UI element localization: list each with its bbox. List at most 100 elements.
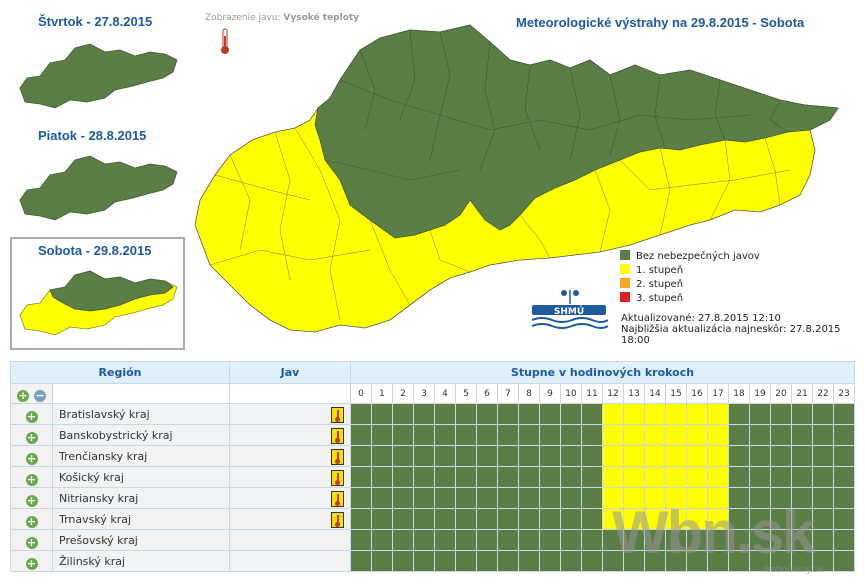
region-row[interactable]: + Trenčiansky kraj bbox=[10, 445, 855, 467]
heat-warning-icon[interactable] bbox=[331, 512, 344, 528]
hour-level-cell bbox=[791, 403, 813, 425]
hour-level-cell bbox=[623, 445, 645, 467]
hour-level-cell bbox=[602, 403, 624, 425]
day-title-friday[interactable]: Piatok - 28.8.2015 bbox=[38, 128, 146, 143]
heat-warning-icon[interactable] bbox=[331, 491, 344, 507]
hour-level-cell bbox=[749, 403, 771, 425]
hour-level-cell bbox=[707, 445, 729, 467]
region-row[interactable]: + Bratislavský kraj bbox=[10, 403, 855, 425]
hour-level-cell bbox=[497, 550, 519, 572]
expand-cell: + bbox=[10, 487, 53, 509]
hour-level-cell bbox=[455, 424, 477, 446]
hour-level-cell bbox=[833, 487, 855, 509]
hour-level-cell bbox=[434, 424, 456, 446]
hour-level-cell bbox=[833, 403, 855, 425]
hour-level-cell bbox=[581, 508, 603, 530]
hour-level-cell bbox=[728, 403, 750, 425]
hour-level-cell bbox=[392, 445, 414, 467]
collapse-all-icon[interactable]: − bbox=[34, 390, 47, 402]
hour-level-cell bbox=[371, 529, 393, 551]
hour-level-cell bbox=[413, 508, 435, 530]
expand-region-icon[interactable]: + bbox=[25, 452, 38, 465]
hour-level-cell bbox=[749, 445, 771, 467]
hour-level-cell bbox=[434, 445, 456, 467]
expand-region-icon[interactable]: + bbox=[25, 515, 38, 528]
hour-level-cell bbox=[812, 445, 834, 467]
hour-level-cell bbox=[497, 529, 519, 551]
heat-warning-icon[interactable] bbox=[331, 428, 344, 444]
hour-level-cell bbox=[707, 466, 729, 488]
expand-region-icon[interactable]: + bbox=[25, 473, 38, 486]
hour-level-cell bbox=[749, 466, 771, 488]
hour-level-cell bbox=[581, 424, 603, 446]
hour-header: 7 bbox=[497, 383, 519, 404]
hour-level-cell bbox=[686, 466, 708, 488]
day-title-saturday[interactable]: Sobota - 29.8.2015 bbox=[38, 243, 151, 258]
shmu-logo[interactable]: SHMÚ bbox=[530, 288, 608, 332]
hour-level-cell bbox=[812, 424, 834, 446]
hour-level-cell bbox=[371, 508, 393, 530]
col-header-hours: Stupne v hodinových krokoch bbox=[350, 361, 855, 384]
day-title-thursday[interactable]: Štvrtok - 27.8.2015 bbox=[38, 14, 152, 29]
hour-header: 11 bbox=[581, 383, 603, 404]
hour-level-cell bbox=[392, 550, 414, 572]
hour-level-cell bbox=[602, 466, 624, 488]
hour-level-cell bbox=[665, 403, 687, 425]
hour-level-cell bbox=[497, 466, 519, 488]
hour-level-cell bbox=[833, 424, 855, 446]
hour-level-cell bbox=[686, 424, 708, 446]
hour-level-cell bbox=[686, 403, 708, 425]
hour-level-cell bbox=[392, 466, 414, 488]
legend: Bez nebezpečných javov 1. stupeň 2. stup… bbox=[620, 250, 760, 304]
hour-level-cell bbox=[476, 424, 498, 446]
mini-map-friday[interactable] bbox=[15, 150, 180, 222]
hour-level-cell bbox=[518, 466, 540, 488]
region-row[interactable]: + Banskobystrický kraj bbox=[10, 424, 855, 446]
hour-level-cell bbox=[833, 529, 855, 551]
jav-cell bbox=[229, 403, 351, 425]
heat-warning-icon[interactable] bbox=[331, 407, 344, 423]
hour-header: 1 bbox=[371, 383, 393, 404]
hour-level-cell bbox=[791, 466, 813, 488]
hour-level-cell bbox=[833, 508, 855, 530]
hour-level-cell bbox=[644, 403, 666, 425]
svg-text:2. stupeň: 2. stupeň bbox=[636, 278, 683, 290]
heat-warning-icon[interactable] bbox=[331, 449, 344, 465]
svg-text:SHMÚ: SHMÚ bbox=[554, 305, 584, 317]
hour-level-cell bbox=[812, 403, 834, 425]
heat-warning-icon[interactable] bbox=[331, 470, 344, 486]
col-header-jav[interactable]: Jav bbox=[229, 361, 351, 384]
hour-level-cell bbox=[518, 508, 540, 530]
hour-level-cell bbox=[392, 424, 414, 446]
region-row[interactable]: + Košický kraj bbox=[10, 466, 855, 488]
hour-level-cell bbox=[434, 508, 456, 530]
hour-level-cell bbox=[581, 403, 603, 425]
hour-level-cell bbox=[476, 445, 498, 467]
region-name: Trnavský kraj bbox=[52, 508, 230, 530]
legend-item-level3: 3. stupeň bbox=[620, 292, 683, 304]
hour-header: 17 bbox=[707, 383, 729, 404]
expand-region-icon[interactable]: + bbox=[25, 494, 38, 507]
hour-header: 4 bbox=[434, 383, 456, 404]
hour-level-cell bbox=[560, 445, 582, 467]
hour-level-cell bbox=[623, 466, 645, 488]
hour-level-cell bbox=[413, 466, 435, 488]
expand-region-icon[interactable]: + bbox=[25, 431, 38, 444]
hour-header: 18 bbox=[728, 383, 750, 404]
hour-level-cell bbox=[560, 403, 582, 425]
expand-region-icon[interactable]: + bbox=[25, 536, 38, 549]
expand-region-icon[interactable]: + bbox=[25, 557, 38, 570]
mini-map-thursday[interactable] bbox=[15, 38, 180, 110]
expand-cell: + bbox=[10, 529, 53, 551]
legend-item-level2: 2. stupeň bbox=[620, 278, 683, 290]
region-name: Nitriansky kraj bbox=[52, 487, 230, 509]
expand-region-icon[interactable]: + bbox=[25, 410, 38, 423]
col-header-region[interactable]: Región bbox=[10, 361, 230, 384]
hour-level-cell bbox=[686, 445, 708, 467]
mini-map-saturday[interactable] bbox=[15, 265, 180, 337]
hour-level-cell bbox=[476, 487, 498, 509]
expand-all-icon[interactable]: + bbox=[16, 390, 29, 402]
hour-level-cell bbox=[560, 550, 582, 572]
hour-header: 8 bbox=[518, 383, 540, 404]
expand-cell: + bbox=[10, 424, 53, 446]
